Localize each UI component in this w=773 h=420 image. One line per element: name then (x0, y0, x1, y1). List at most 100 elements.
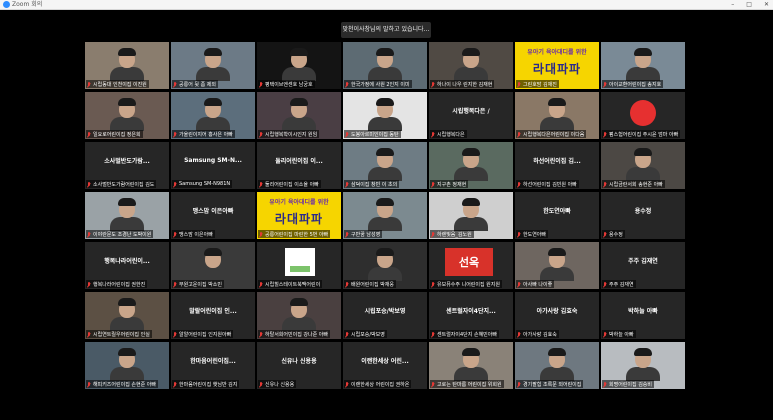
participant-tile[interactable]: 경기팔힘 조록문 외어린이집 (515, 342, 599, 389)
participant-tile[interactable]: 용수정 용수정 (601, 192, 685, 239)
participant-tile[interactable]: 일요로어린이집 정은희 (85, 92, 169, 139)
muted-mic-icon (431, 81, 435, 87)
participant-name-label: 용수정 (602, 230, 625, 238)
participant-name-label: 그린호맘 김재진 (516, 80, 559, 88)
participant-name-label: 하선어린이집 김빈원 아빠 (516, 180, 579, 188)
participant-tile[interactable]: 배원어린이집 박재웅 (343, 242, 427, 289)
participant-name-label: 구반꿈 남성영 (344, 230, 383, 238)
participant-tile[interactable]: 아가사랑 김효숙 아가사랑 김효숙 (515, 292, 599, 339)
participant-tile[interactable]: 소사벌반도가람... 소사벌반도가람어린이집 김도 (85, 142, 169, 189)
participant-name: 경기팔힘 조록문 외어린이집 (523, 381, 582, 388)
participant-tile[interactable]: 시립포승/박보영 시립포승/박보영 (343, 292, 427, 339)
muted-mic-icon (517, 331, 521, 337)
participant-tile[interactable]: 가울린이지어 홍사은 아빠 (171, 92, 255, 139)
person-silhouette (368, 148, 402, 181)
participant-tile[interactable]: 시립금란서회 송현준 아빠 (601, 142, 685, 189)
participant-tile[interactable]: 시립행복다은 / 시립행복다은 (429, 92, 513, 139)
participant-name-label: 공릉어린이집 마린한 5번 아빠 (258, 230, 331, 238)
participant-name: 하렌빛음_김노원 (437, 231, 472, 238)
participant-tile[interactable]: 한국가정에 사원 2인지 이미 (343, 42, 427, 89)
muted-mic-icon (173, 231, 177, 237)
participant-tile[interactable]: 해피키즈어린이집 손현준 아빠 (85, 342, 169, 389)
person-silhouette (454, 348, 488, 381)
participant-tile[interactable]: 부원고운이집 박소민 (171, 242, 255, 289)
participant-tile[interactable]: 평택이브엔센호 남궁호 (257, 42, 341, 89)
participant-tile[interactable]: 이야란문도 조경난 도박이원 (85, 192, 169, 239)
maximize-button[interactable]: □ (746, 1, 752, 8)
participant-tile[interactable]: 시립행복다은어린이집 이다음 (515, 92, 599, 139)
participant-tile[interactable]: 하나이 나우 린지한 김재현 (429, 42, 513, 89)
close-button[interactable]: ✕ (764, 1, 769, 8)
participant-tile[interactable]: 행복나라어린이... 행복나라어린이집 권한진 (85, 242, 169, 289)
participant-tile[interactable]: 하선어린이집 김... 하선어린이집 김빈원 아빠 (515, 142, 599, 189)
participant-name-label: 회명어린이집 김승비 (602, 380, 654, 388)
participant-tile[interactable]: 한도연아빠 한도연아빠 (515, 192, 599, 239)
participant-name-label: 행복나라어린이집 권한진 (86, 280, 148, 288)
participant-name-label: 소사벌반도가람어린이집 김도 (86, 180, 157, 188)
participant-tile[interactable]: 아이교환어린이집 송지호 (601, 42, 685, 89)
window-controls: – □ ✕ (731, 0, 769, 9)
minimize-button[interactable]: – (731, 1, 734, 8)
participant-name-label: 아가사랑 김효숙 (516, 330, 559, 338)
participant-tile[interactable]: 주주 김재연 주주 김재연 (601, 242, 685, 289)
participant-display-name: 하선어린이집 김... (533, 158, 581, 165)
participant-name: 해피키즈어린이집 손현준 아빠 (93, 381, 156, 388)
window-titlebar: Zoom 회의 – □ ✕ (0, 0, 773, 10)
participant-tile[interactable]: 하탈서희어민이집 강나준 아빠 (257, 292, 341, 339)
person-silhouette (368, 248, 402, 281)
muted-mic-icon (431, 281, 435, 287)
participant-tile[interactable]: 공릉어 뒷 좀 제외 (171, 42, 255, 89)
participant-tile[interactable]: 지구촌 정재현 (429, 142, 513, 189)
participant-tile[interactable]: 센트럴자이4단지... 센트럴자이4단지 손혜민아빠 (429, 292, 513, 339)
participant-name-label: 시립행복학이시인지 원임 (258, 130, 320, 138)
person-silhouette (282, 98, 316, 131)
participant-tile[interactable]: 도봉아르미인이집 동탄 (343, 92, 427, 139)
participant-tile[interactable]: 시립힐스테이트북맥어린이 (257, 242, 341, 289)
participant-tile[interactable]: 맹스맘 이은아빠 맹스맘 이은아빠 (171, 192, 255, 239)
person-silhouette (282, 298, 316, 331)
participant-name: 하탈서희어민이집 강나준 아빠 (265, 331, 328, 338)
participant-display-name: 아가사랑 김효숙 (536, 308, 578, 315)
person-silhouette (196, 248, 230, 281)
participant-name-label: 시립금란서회 송현준 아빠 (602, 180, 665, 188)
person-silhouette (540, 248, 574, 281)
participant-tile[interactable]: 선옥 유보뮤수주 니어린이집 원지원 (429, 242, 513, 289)
poster-title: 라대파파 (532, 62, 582, 76)
participant-name: 이랜한세상 어린이집 권하온 (351, 381, 410, 388)
participant-tile[interactable]: Samsung SM-N... Samsung SM-N981N (171, 142, 255, 189)
participant-name-label: 공릉어 뒷 좀 제외 (172, 80, 218, 88)
participant-tile[interactable]: 펌스험어린이집 주시윤 엄마 아빠 (601, 92, 685, 139)
participant-tile[interactable]: 하렌빛음_김노원 (429, 192, 513, 239)
participant-name-label: 도봉아르미인이집 동탄 (344, 130, 401, 138)
participant-tile[interactable]: 아사빠 나이좋 (515, 242, 599, 289)
participant-tile[interactable]: 삼덕이집 창빈 이 초의 (343, 142, 427, 189)
participant-tile[interactable]: 시립동대 인천이집 이진원 (85, 42, 169, 89)
participant-tile[interactable]: 한마음어린이집... 한마음어린이집 햇님반 김지 (171, 342, 255, 389)
person-silhouette (368, 198, 402, 231)
participant-tile[interactable]: 고로는 탄마름 어린이집 위희원 (429, 342, 513, 389)
participant-tile[interactable]: 박하늘 아빠 박하늘 아빠 (601, 292, 685, 339)
participant-name: 박하늘 아빠 (609, 331, 634, 338)
participant-tile[interactable]: 유아기 육아대디를 위한 라대파파 그린호맘 김재진 (515, 42, 599, 89)
participant-tile[interactable]: 둘리어린이집 이... 둘리어린이집 이소율 아빠 (257, 142, 341, 189)
participant-name: 공릉어린이집 마린한 5번 아빠 (265, 231, 329, 238)
participant-tile[interactable]: 말랄어린이집 인... 알알어린이집 인지원아빠 (171, 292, 255, 339)
participant-tile[interactable]: 유아기 육아대디를 위한 라대파파 공릉어린이집 마린한 5번 아빠 (257, 192, 341, 239)
participant-name-label: 시립힐스테이트북맥어린이 (258, 280, 323, 288)
zoom-logo-icon (3, 1, 10, 8)
muted-mic-icon (87, 281, 91, 287)
person-silhouette (282, 48, 316, 81)
participant-name: 한마음어린이집 햇님반 김지 (179, 381, 238, 388)
participant-tile[interactable]: 시립연트릴우어린이집 인실 (85, 292, 169, 339)
participant-tile[interactable]: 시립행복학이시인지 원임 (257, 92, 341, 139)
participant-tile[interactable]: 회명어린이집 김승비 (601, 342, 685, 389)
muted-mic-icon (603, 81, 607, 87)
participant-tile[interactable]: 구반꿈 남성영 (343, 192, 427, 239)
participant-name: 고로는 탄마름 어린이집 위희원 (437, 381, 502, 388)
participant-name-label: 유보뮤수주 니어린이집 원지원 (430, 280, 502, 288)
participant-tile[interactable]: 이랜한세상 어린... 이랜한세상 어린이집 권하온 (343, 342, 427, 389)
participant-name-label: 지구촌 정재현 (430, 180, 469, 188)
participant-tile[interactable]: 신유나 신용용 신유나 신용용 (257, 342, 341, 389)
profile-picture (285, 248, 315, 276)
participant-name: 용수정 (609, 231, 623, 238)
